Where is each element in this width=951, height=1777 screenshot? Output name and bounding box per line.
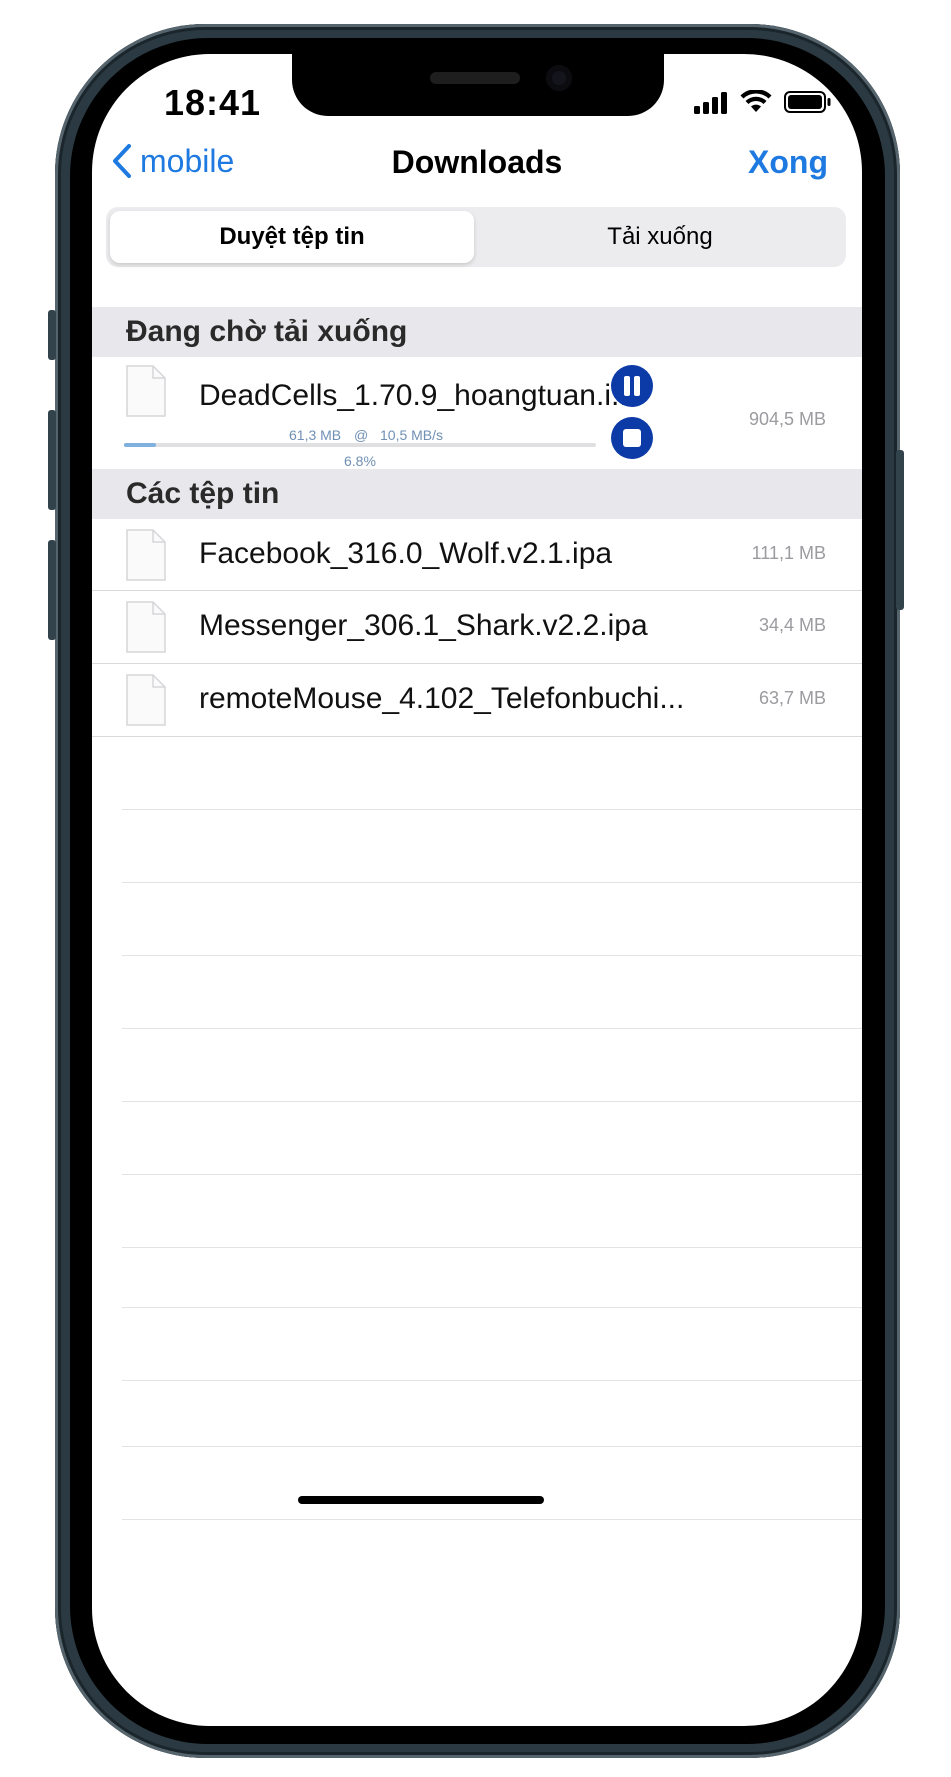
download-row[interactable]: DeadCells_1.70.9_hoangtuan.i... 904,5 MB… bbox=[92, 357, 862, 469]
wifi-icon bbox=[740, 90, 772, 112]
empty-row-separator bbox=[122, 1446, 862, 1447]
downloaded-amount: 61,3 MB bbox=[289, 427, 342, 443]
status-icons bbox=[674, 88, 834, 116]
empty-row-separator bbox=[122, 882, 862, 883]
battery-icon bbox=[784, 91, 831, 113]
empty-row-separator bbox=[122, 1247, 862, 1248]
pause-icon bbox=[624, 376, 640, 396]
segment-downloads[interactable]: Tải xuống bbox=[478, 211, 842, 263]
empty-row-separator bbox=[122, 809, 862, 810]
empty-row-separator bbox=[122, 1519, 862, 1520]
front-camera bbox=[546, 65, 572, 91]
screen: 18:41 mobile Downloads Xong Duyệt tệp ti… bbox=[92, 54, 862, 1726]
file-name: Messenger_306.1_Shark.v2.2.ipa bbox=[199, 609, 648, 642]
empty-row-separator bbox=[122, 1028, 862, 1029]
download-speed: 10,5 MB/s bbox=[380, 427, 444, 443]
stop-icon bbox=[623, 429, 641, 447]
download-percent: 6.8% bbox=[344, 453, 376, 469]
pause-button[interactable] bbox=[611, 365, 653, 407]
side-button-power bbox=[896, 450, 904, 610]
empty-row-separator bbox=[122, 955, 862, 956]
file-name: remoteMouse_4.102_Telefonbuchi... bbox=[199, 682, 685, 715]
segment-browse-files[interactable]: Duyệt tệp tin bbox=[110, 211, 474, 263]
row-divider bbox=[92, 736, 862, 737]
download-progress-fill bbox=[124, 443, 157, 447]
empty-row-separator bbox=[122, 1380, 862, 1381]
section-header-files: Các tệp tin bbox=[92, 469, 862, 519]
done-button[interactable]: Xong bbox=[748, 144, 828, 181]
empty-row-separator bbox=[122, 1307, 862, 1308]
stop-button[interactable] bbox=[611, 417, 653, 459]
file-row[interactable]: Messenger_306.1_Shark.v2.2.ipa 34,4 MB bbox=[92, 591, 862, 664]
signal-icon bbox=[694, 92, 727, 114]
speaker-grille bbox=[430, 72, 520, 84]
file-name: Facebook_316.0_Wolf.v2.1.ipa bbox=[199, 537, 613, 570]
page-title: Downloads bbox=[391, 144, 563, 180]
empty-row-separator bbox=[122, 1101, 862, 1102]
empty-row-separator bbox=[122, 1174, 862, 1175]
file-size: 34,4 MB bbox=[758, 615, 826, 635]
document-icon bbox=[126, 674, 166, 726]
download-file-size: 904,5 MB bbox=[748, 409, 826, 429]
file-row[interactable]: Facebook_316.0_Wolf.v2.1.ipa 111,1 MB bbox=[92, 519, 862, 591]
at-symbol: @ bbox=[354, 427, 369, 443]
status-time: 18:41 bbox=[164, 82, 262, 123]
navigation-bar: mobile Downloads Xong bbox=[92, 124, 862, 204]
download-progress-bar bbox=[124, 443, 596, 447]
side-button-volume-up bbox=[48, 410, 56, 510]
section-header-pending: Đang chờ tải xuống bbox=[92, 307, 862, 357]
document-icon bbox=[126, 529, 166, 581]
file-size: 63,7 MB bbox=[758, 688, 826, 708]
side-button-silent bbox=[48, 310, 56, 360]
file-size: 111,1 MB bbox=[751, 543, 826, 563]
side-button-volume-down bbox=[48, 540, 56, 640]
segmented-control: Duyệt tệp tin Tải xuống bbox=[106, 207, 846, 267]
notch bbox=[292, 54, 664, 116]
section-title-pending: Đang chờ tải xuống bbox=[126, 315, 408, 348]
download-file-name: DeadCells_1.70.9_hoangtuan.i... bbox=[199, 379, 636, 412]
file-row[interactable]: remoteMouse_4.102_Telefonbuchi... 63,7 M… bbox=[92, 664, 862, 737]
section-title-files: Các tệp tin bbox=[126, 477, 280, 510]
document-icon bbox=[126, 365, 166, 417]
document-icon bbox=[126, 601, 166, 653]
home-indicator[interactable] bbox=[298, 1496, 544, 1504]
